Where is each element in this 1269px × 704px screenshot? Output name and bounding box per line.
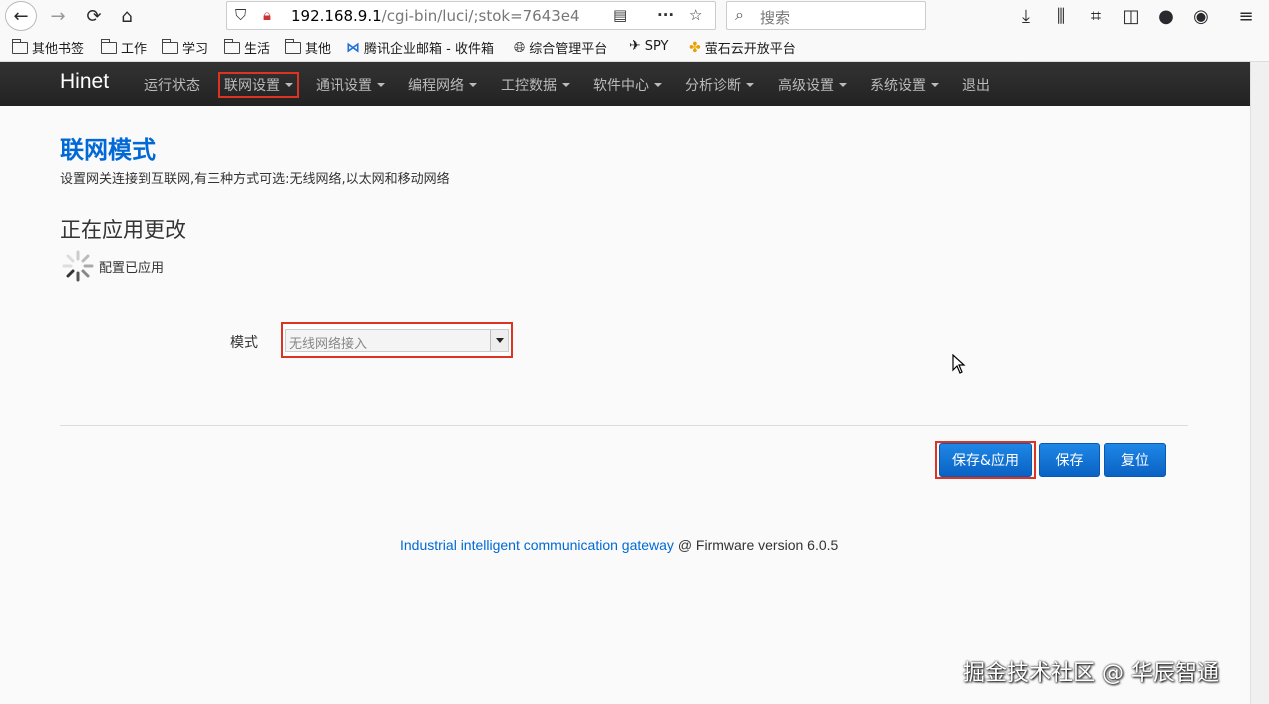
folder-icon	[223, 38, 240, 54]
search-input[interactable]: ⌕ 搜索	[726, 1, 926, 30]
nav-item-diagnostics[interactable]: 分析诊断	[685, 72, 754, 98]
bookmark-item[interactable]: 工作	[100, 38, 147, 57]
folder-icon	[100, 38, 117, 54]
ezviz-icon: ✤	[689, 39, 701, 56]
sidebar-icon[interactable]: ◫	[1117, 3, 1145, 29]
save-apply-button[interactable]: 保存&应用	[939, 443, 1032, 477]
folder-icon	[161, 38, 178, 54]
nav-item-software[interactable]: 软件中心	[593, 72, 662, 98]
footer-text: @ Firmware version 6.0.5	[673, 537, 839, 553]
search-placeholder: 搜索	[760, 9, 791, 27]
page-title: 联网模式	[60, 136, 156, 164]
mode-select-value: 无线网络接入	[289, 337, 368, 352]
caret-down-icon	[469, 83, 477, 87]
mode-select[interactable]: 无线网络接入	[285, 329, 509, 352]
footer-link[interactable]: Industrial intelligent communication gat…	[400, 537, 674, 553]
nav-item-advanced[interactable]: 高级设置	[778, 72, 847, 98]
reload-icon[interactable]: ⟳	[80, 3, 108, 29]
mode-select-highlight: 无线网络接入	[281, 322, 513, 358]
mode-label: 模式	[230, 335, 258, 351]
bookmark-item[interactable]: 🌐︎ 综合管理平台	[514, 38, 607, 58]
home-icon[interactable]: ⌂	[113, 3, 141, 29]
download-icon[interactable]: ⤓	[1012, 3, 1040, 29]
bookmark-item[interactable]: 生活	[223, 38, 270, 57]
insecure-lock-icon[interactable]: 🔒︎	[263, 6, 271, 24]
save-button[interactable]: 保存	[1039, 443, 1100, 477]
page-description: 设置网关连接到互联网,有三种方式可选:无线网络,以太网和移动网络	[60, 172, 450, 187]
reader-view-icon[interactable]: ▤	[613, 6, 627, 24]
shield-icon[interactable]: ⛉	[235, 6, 246, 24]
caret-down-icon	[931, 83, 939, 87]
caret-down-icon	[654, 83, 662, 87]
loading-spinner-icon	[62, 250, 94, 282]
bookmark-item[interactable]: 学习	[161, 38, 208, 57]
bookmark-item[interactable]: ⋈ 腾讯企业邮箱 - 收件箱	[346, 38, 494, 58]
page-scrollbar[interactable]	[1250, 62, 1269, 704]
nav-item-industrial-data[interactable]: 工控数据	[501, 72, 570, 98]
caret-down-icon	[285, 83, 293, 87]
menu-icon[interactable]: ≡	[1232, 3, 1260, 29]
more-actions-icon[interactable]: ···	[657, 6, 674, 24]
globe-icon: 🌐︎	[514, 39, 526, 56]
search-icon: ⌕	[735, 5, 744, 24]
account-icon[interactable]: ◉	[1187, 3, 1215, 29]
bookmark-star-icon[interactable]: ☆	[689, 6, 702, 24]
folder-icon	[284, 38, 301, 54]
caret-down-icon	[377, 83, 385, 87]
nav-item-network[interactable]: 联网设置	[218, 72, 299, 98]
brand-logo[interactable]: Hinet	[60, 70, 109, 94]
bookmark-item[interactable]: ✤ 萤石云开放平台	[689, 38, 796, 58]
reset-button[interactable]: 复位	[1104, 443, 1166, 477]
nav-item-status[interactable]: 运行状态	[144, 72, 200, 98]
nav-item-logout[interactable]: 退出	[962, 72, 990, 98]
chat-icon[interactable]: ●	[1152, 3, 1180, 29]
bookmark-item[interactable]: ✈ SPY	[629, 38, 668, 54]
caret-down-icon	[562, 83, 570, 87]
browser-toolbar: ← → ⟳ ⌂ ⛉ 🔒︎ 192.168.9.1/cgi-bin/luci/;s…	[0, 0, 1269, 33]
apply-changes-title: 正在应用更改	[60, 218, 186, 242]
folder-icon	[11, 38, 28, 54]
bookmark-item[interactable]: 其他书签	[11, 38, 84, 57]
mouse-cursor-icon	[952, 354, 966, 374]
caret-down-icon	[746, 83, 754, 87]
chevron-down-icon[interactable]	[490, 330, 508, 351]
library-icon[interactable]: ⫼	[1047, 3, 1075, 29]
nav-item-comm[interactable]: 通讯设置	[316, 72, 385, 98]
page-footer: Industrial intelligent communication gat…	[400, 537, 838, 553]
watermark: 掘金技术社区 @ 华辰智通	[963, 661, 1219, 686]
tencent-mail-icon: ⋈	[346, 39, 360, 56]
back-icon[interactable]: ←	[5, 1, 37, 31]
nav-item-system[interactable]: 系统设置	[870, 72, 939, 98]
screenshot-icon[interactable]: ⌗	[1082, 3, 1110, 29]
app-navbar: Hinet 运行状态 联网设置 通讯设置 编程网络 工控数据 软件中心 分析诊断…	[0, 62, 1250, 106]
apply-status-text: 配置已应用	[99, 261, 165, 276]
nav-item-programming[interactable]: 编程网络	[408, 72, 477, 98]
bookmarks-bar: 其他书签 工作 学习 生活 其他 ⋈ 腾讯企业邮箱 - 收件箱 🌐︎ 综合管理平台 …	[0, 33, 1269, 62]
url-text: 192.168.9.1/cgi-bin/luci/;stok=7643e4	[291, 7, 580, 25]
url-bar[interactable]: ⛉ 🔒︎ 192.168.9.1/cgi-bin/luci/;stok=7643…	[226, 1, 716, 30]
caret-down-icon	[839, 83, 847, 87]
forward-icon[interactable]: →	[44, 3, 72, 29]
plane-icon: ✈	[629, 38, 641, 54]
bookmark-item[interactable]: 其他	[284, 38, 331, 57]
form-divider	[60, 425, 1188, 426]
